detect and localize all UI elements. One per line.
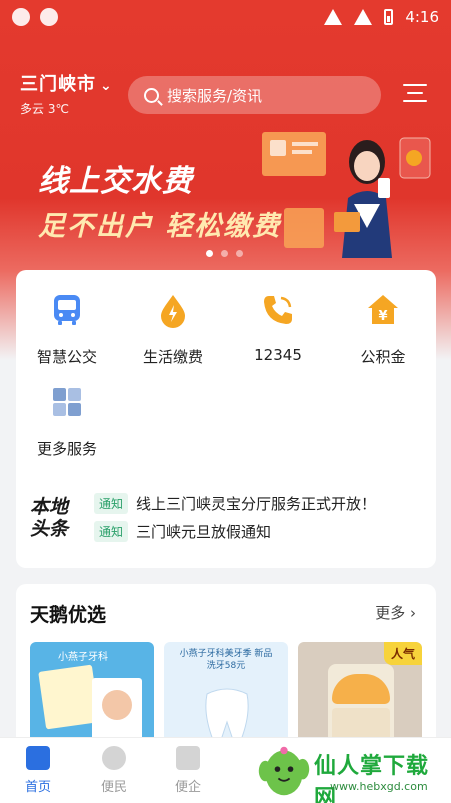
banner-title: 线上交水费 bbox=[38, 164, 193, 199]
pagination-dot[interactable] bbox=[206, 250, 213, 257]
service-housing-fund[interactable]: ¥ 公积金 bbox=[333, 292, 433, 367]
banner-pagination bbox=[206, 250, 243, 257]
status-time: 4:16 bbox=[405, 8, 439, 26]
home-icon bbox=[26, 746, 50, 770]
service-hotline[interactable]: 12345 bbox=[228, 292, 328, 364]
product-photo bbox=[92, 678, 142, 740]
news-tag: 通知 bbox=[94, 521, 129, 542]
cactus-logo-icon bbox=[258, 746, 310, 796]
top-bar: 三门峡市 ⌄ 多云 3℃ 搜索服务/资讯 bbox=[0, 68, 451, 118]
pagination-dot[interactable] bbox=[236, 250, 243, 257]
service-label: 更多服务 bbox=[36, 440, 97, 458]
signal-icon bbox=[354, 9, 373, 25]
tab-home[interactable]: 首页 bbox=[8, 746, 68, 795]
service-utility-payment[interactable]: 生活缴费 bbox=[123, 292, 223, 367]
tab-convenience[interactable]: 便民 bbox=[84, 746, 144, 795]
banner-subtitle: 足不出户 轻松缴费 bbox=[38, 211, 282, 242]
service-more[interactable]: 更多服务 bbox=[17, 384, 117, 459]
mall-card: 天鹅优选 更多 › 小燕子牙科 小燕子牙科美牙季 新品洗牙58元 人气 bbox=[16, 584, 436, 754]
tab-label: 首页 bbox=[24, 780, 51, 795]
mall-title: 天鹅优选 bbox=[30, 604, 107, 626]
chevron-down-icon: ⌄ bbox=[100, 78, 113, 94]
weather-text: 多云 3℃ bbox=[20, 102, 69, 116]
tooth-icon bbox=[205, 688, 249, 741]
news-tag: 通知 bbox=[94, 493, 129, 514]
grid-icon bbox=[53, 388, 81, 416]
site-watermark: 仙人掌下载网 www.hebxgd.com bbox=[256, 742, 446, 803]
tab-label: 便民 bbox=[100, 780, 127, 795]
menu-icon[interactable] bbox=[403, 84, 427, 108]
mall-more-link[interactable]: 更多 › bbox=[375, 602, 416, 623]
search-placeholder: 搜索服务/资讯 bbox=[167, 86, 263, 105]
promo-banner[interactable]: 线上交水费 足不出户 轻松缴费 bbox=[0, 120, 451, 260]
more-label: 更多 bbox=[375, 604, 406, 622]
chevron-right-icon: › bbox=[410, 604, 416, 622]
popular-badge: 人气 bbox=[383, 642, 422, 665]
local-news-logo: 本地头条 bbox=[30, 496, 69, 540]
search-icon bbox=[144, 87, 159, 103]
heart-icon bbox=[102, 746, 126, 770]
pagination-dot[interactable] bbox=[221, 250, 228, 257]
product-illustration bbox=[38, 664, 100, 730]
document-icon bbox=[176, 746, 200, 770]
tab-enterprise[interactable]: 便企 bbox=[158, 746, 218, 795]
service-label: 生活缴费 bbox=[142, 348, 203, 366]
service-label: 12345 bbox=[254, 346, 302, 364]
svg-text:¥: ¥ bbox=[378, 309, 387, 324]
notification-icon bbox=[12, 8, 30, 26]
banner-illustration bbox=[262, 132, 431, 258]
bus-icon bbox=[54, 295, 80, 325]
service-label: 公积金 bbox=[360, 348, 406, 366]
city-name: 三门峡市 bbox=[20, 74, 96, 95]
news-item[interactable]: 通知 线上三门峡灵宝分厅服务正式开放！ bbox=[94, 493, 376, 514]
service-smart-bus[interactable]: 智慧公交 bbox=[17, 292, 117, 367]
news-item[interactable]: 通知 三门峡元旦放假通知 bbox=[94, 521, 271, 542]
water-drop-icon bbox=[161, 295, 185, 328]
product-caption: 小燕子牙科美牙季 新品洗牙58元 bbox=[179, 649, 273, 671]
city-selector[interactable]: 三门峡市 ⌄ 多云 3℃ bbox=[20, 70, 113, 117]
wifi-icon bbox=[324, 9, 343, 25]
battery-icon bbox=[384, 9, 394, 25]
search-input[interactable]: 搜索服务/资讯 bbox=[128, 76, 381, 114]
services-card: 智慧公交 生活缴费 12345 ¥ 公积金 更多服务 本地头条 通知 线上三门峡… bbox=[16, 270, 436, 568]
phone-icon bbox=[264, 296, 292, 324]
notification-icon bbox=[40, 8, 58, 26]
tab-label: 便企 bbox=[174, 780, 201, 795]
news-title: 线上三门峡灵宝分厅服务正式开放！ bbox=[136, 495, 377, 513]
watermark-text: 仙人掌下载网 bbox=[314, 754, 430, 803]
status-bar: 4:16 bbox=[0, 0, 451, 34]
house-yuan-icon: ¥ bbox=[368, 295, 398, 324]
news-title: 三门峡元旦放假通知 bbox=[136, 523, 272, 541]
service-label: 智慧公交 bbox=[36, 348, 97, 366]
watermark-url: www.hebxgd.com bbox=[330, 780, 428, 793]
product-caption: 小燕子牙科 bbox=[58, 652, 108, 663]
